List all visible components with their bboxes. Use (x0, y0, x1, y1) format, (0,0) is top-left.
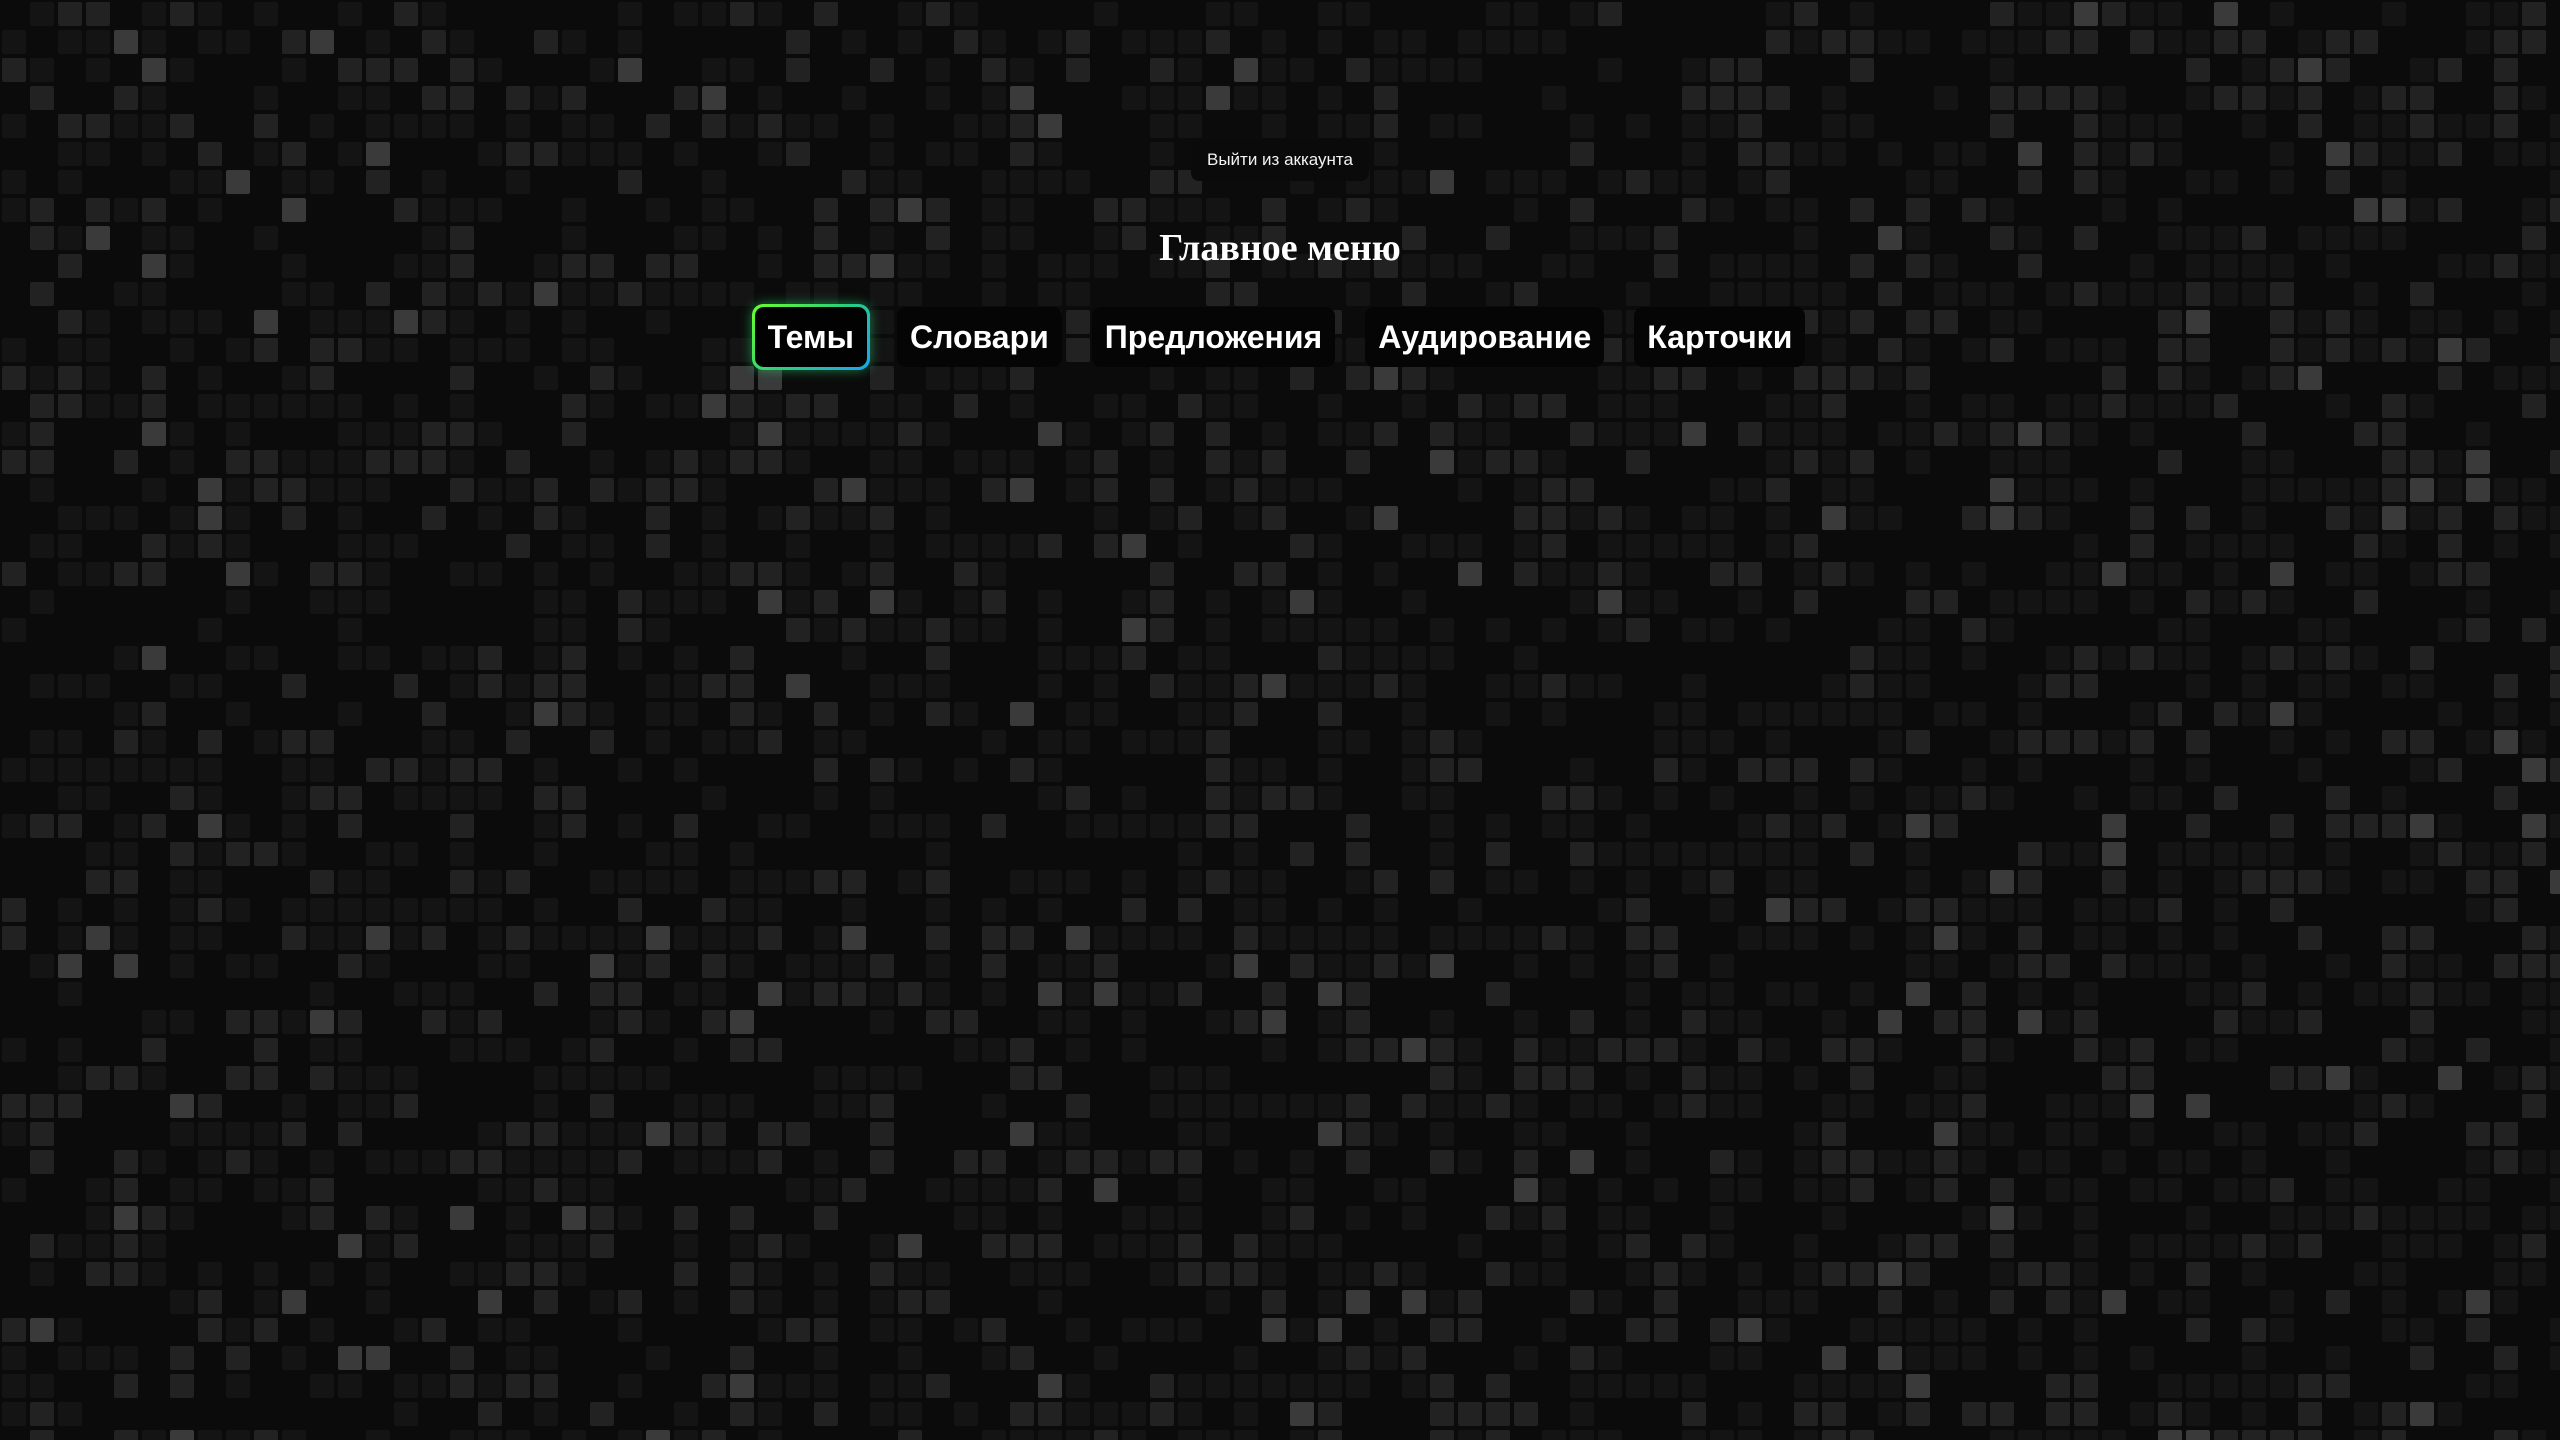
main-menu: Темы Словари Предложения Аудирование Кар… (0, 307, 2560, 371)
menu-button-listening[interactable]: Аудирование (1365, 307, 1605, 367)
main-content: Выйти из аккаунта Главное меню Темы Слов… (0, 0, 2560, 1440)
menu-button-cards[interactable]: Карточки (1634, 307, 1806, 367)
menu-button-dictionaries[interactable]: Словари (896, 307, 1062, 367)
menu-button-sentences[interactable]: Предложения (1091, 307, 1336, 367)
menu-button-topics[interactable]: Темы (754, 307, 867, 367)
page: Выйти из аккаунта Главное меню Темы Слов… (0, 0, 2560, 1440)
page-title: Главное меню (1159, 227, 1401, 269)
logout-button[interactable]: Выйти из аккаунта (1191, 139, 1369, 181)
